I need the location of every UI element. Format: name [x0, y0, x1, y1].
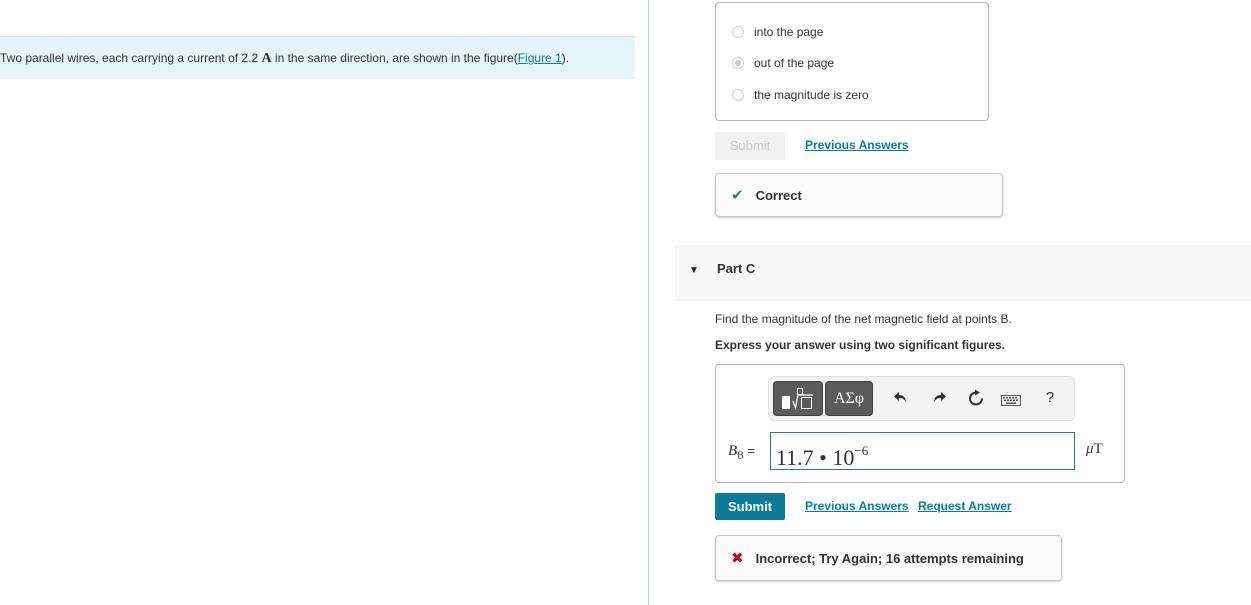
feedback-text: Correct	[755, 187, 802, 203]
intro-text-end: ).	[561, 51, 570, 65]
answer-pane: into the page out of the page the magnit…	[649, 0, 1251, 605]
unit-symbol: T	[1093, 441, 1103, 457]
part-b-choices: into the page out of the page the magnit…	[715, 2, 989, 121]
problem-pane: Two parallel wires, each carrying a curr…	[0, 0, 648, 605]
choice-label: out of the page	[754, 56, 835, 70]
part-c-instruction: Express your answer using two significan…	[715, 338, 1006, 352]
greek-symbols-button[interactable]: ΑΣφ	[825, 381, 873, 416]
variable-subscript: B	[737, 450, 744, 462]
part-c-feedback: ✖ Incorrect; Try Again; 16 attempts rema…	[715, 535, 1062, 581]
radio-button-selected[interactable]	[732, 57, 744, 69]
choice-magnitude-zero[interactable]: the magnitude is zero	[732, 86, 869, 104]
intro-text-continued: in the same direction, are shown in the …	[271, 51, 518, 65]
choice-into-page[interactable]: into the page	[732, 23, 823, 41]
choice-label: the magnitude is zero	[754, 88, 869, 102]
request-answer-link[interactable]: Request Answer	[918, 499, 1012, 513]
checkmark-icon: ✔	[731, 187, 744, 204]
choice-label: into the page	[754, 25, 824, 39]
radio-button[interactable]	[732, 26, 744, 38]
part-b-previous-answers-link[interactable]: Previous Answers	[805, 138, 909, 152]
answer-unit: μT	[1086, 441, 1103, 458]
choice-out-of-page[interactable]: out of the page	[732, 54, 834, 72]
feedback-text: Incorrect; Try Again; 16 attempts remain…	[755, 550, 1024, 566]
part-c-previous-answers-link[interactable]: Previous Answers	[805, 499, 909, 513]
keyboard-icon[interactable]	[1001, 393, 1021, 410]
cross-icon: ✖	[731, 550, 744, 567]
variable-symbol: B	[728, 443, 738, 459]
answer-input[interactable]: 11.7 • 10−6	[770, 432, 1075, 470]
reset-icon[interactable]	[966, 389, 986, 411]
intro-text: Two parallel wires, each carrying a curr…	[0, 51, 262, 65]
part-c-answer-box: ΑΣφ ? BB = 11.7 • 10−6 μT	[715, 364, 1125, 483]
templates-icon	[782, 387, 813, 410]
part-c-question: Find the magnitude of the net magnetic f…	[715, 312, 1012, 326]
answer-value: 11.7 • 10	[776, 445, 855, 470]
answer-exponent: −6	[854, 443, 869, 458]
equals-sign: =	[747, 443, 756, 458]
part-c-title: Part C	[717, 261, 756, 276]
answer-variable-label: BB =	[728, 443, 755, 462]
redo-icon[interactable]	[929, 389, 949, 409]
collapse-triangle-icon[interactable]: ▼	[689, 265, 699, 276]
figure-link[interactable]: Figure 1	[518, 51, 562, 65]
part-c-header[interactable]: ▼ Part C	[675, 245, 1251, 301]
unit-prefix: μ	[1086, 441, 1094, 457]
templates-button[interactable]	[773, 381, 823, 416]
undo-icon[interactable]	[891, 389, 911, 409]
part-b-submit-button[interactable]: Submit	[715, 132, 785, 160]
help-button[interactable]: ?	[1040, 389, 1060, 406]
problem-intro: Two parallel wires, each carrying a curr…	[0, 36, 635, 79]
radio-button[interactable]	[732, 89, 744, 101]
part-b-feedback: ✔ Correct	[715, 173, 1003, 217]
current-unit: A	[261, 51, 272, 66]
math-toolbar: ΑΣφ ?	[768, 376, 1075, 421]
part-c-submit-button[interactable]: Submit	[715, 493, 785, 520]
